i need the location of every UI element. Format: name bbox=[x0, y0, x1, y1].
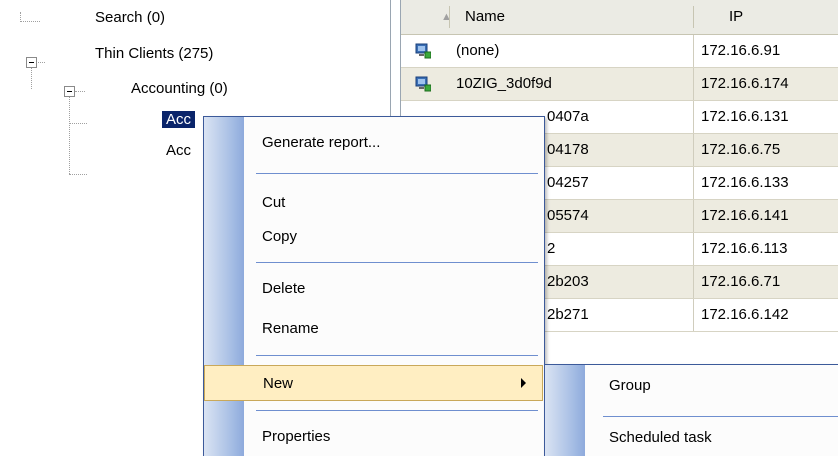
tree-connector bbox=[69, 123, 87, 124]
menu-item-label: Copy bbox=[262, 228, 298, 245]
tree-node-child[interactable]: Acc bbox=[166, 140, 191, 162]
cell-name: 04257 bbox=[547, 174, 589, 191]
cell-ip: 172.16.6.141 bbox=[701, 207, 789, 224]
cell-ip: 172.16.6.71 bbox=[701, 273, 781, 290]
header-separator bbox=[449, 6, 450, 28]
cell-ip: 172.16.6.91 bbox=[701, 42, 781, 59]
column-header-name[interactable]: Name bbox=[465, 0, 505, 34]
thin-client-computer-icon bbox=[415, 43, 431, 59]
cell-name: 05574 bbox=[547, 207, 589, 224]
menu-separator bbox=[256, 262, 538, 263]
menu-item-label: Rename bbox=[262, 320, 319, 337]
tree-toggle-thin-clients[interactable] bbox=[26, 57, 37, 68]
menu-item-label: Scheduled task bbox=[609, 429, 712, 446]
sort-ascending-icon: ▲ bbox=[441, 11, 452, 23]
column-separator bbox=[693, 101, 694, 133]
tree-node-accounting[interactable]: Accounting (0) bbox=[131, 78, 228, 100]
menu-item-properties[interactable]: Properties bbox=[204, 419, 544, 455]
thin-client-computer-icon bbox=[415, 76, 431, 92]
cell-name: 04178 bbox=[547, 141, 589, 158]
cell-ip: 172.16.6.133 bbox=[701, 174, 789, 191]
table-row[interactable]: (none) 172.16.6.91 bbox=[401, 35, 838, 68]
menu-item-cut[interactable]: Cut bbox=[204, 185, 544, 221]
tree-connector bbox=[69, 174, 87, 175]
table-row[interactable]: 10ZIG_3d0f9d 172.16.6.174 bbox=[401, 68, 838, 101]
chevron-right-icon bbox=[521, 378, 526, 388]
menu-separator bbox=[256, 410, 538, 411]
tree-connector bbox=[75, 91, 85, 92]
tree-node-label: Search (0) bbox=[95, 9, 166, 26]
column-separator bbox=[693, 200, 694, 232]
menu-separator bbox=[256, 173, 538, 174]
menu-item-label: Group bbox=[609, 377, 651, 394]
column-separator bbox=[693, 167, 694, 199]
cell-name: 2b271 bbox=[547, 306, 589, 323]
cell-ip: 172.16.6.131 bbox=[701, 108, 789, 125]
cell-ip: 172.16.6.174 bbox=[701, 75, 789, 92]
menu-item-label: Generate report... bbox=[262, 134, 381, 151]
cell-name: (none) bbox=[456, 42, 500, 59]
column-separator bbox=[693, 299, 694, 331]
cell-ip: 172.16.6.142 bbox=[701, 306, 789, 323]
menu-item-group[interactable]: Group bbox=[545, 368, 838, 404]
column-separator bbox=[693, 266, 694, 298]
menu-item-new[interactable]: New bbox=[204, 365, 543, 401]
context-menu: Generate report... Cut Copy Delete Renam… bbox=[203, 116, 545, 456]
menu-item-label: Properties bbox=[262, 428, 331, 445]
column-separator bbox=[693, 35, 694, 67]
menu-item-generate-report[interactable]: Generate report... bbox=[204, 125, 544, 161]
submenu-new: Group Scheduled task bbox=[544, 364, 838, 456]
tree-node-selected[interactable]: Acc bbox=[162, 109, 196, 131]
menu-item-copy[interactable]: Copy bbox=[204, 219, 544, 255]
list-header: ▲ Name IP bbox=[401, 0, 838, 35]
tree-node-thin-clients[interactable]: Thin Clients (275) bbox=[95, 43, 213, 65]
cell-name: 2 bbox=[547, 240, 556, 257]
menu-item-label: Cut bbox=[262, 194, 286, 211]
tree-toggle-accounting[interactable] bbox=[64, 86, 75, 97]
tree-node-search[interactable]: Search (0) bbox=[95, 7, 165, 29]
header-separator[interactable] bbox=[693, 6, 694, 28]
cell-ip: 172.16.6.113 bbox=[701, 240, 788, 257]
cell-name: 10ZIG_3d0f9d bbox=[456, 75, 552, 92]
cell-name: 2b203 bbox=[547, 273, 589, 290]
menu-item-label: Delete bbox=[262, 280, 306, 297]
column-separator bbox=[693, 68, 694, 100]
column-separator bbox=[693, 233, 694, 265]
menu-item-delete[interactable]: Delete bbox=[204, 271, 544, 307]
menu-item-scheduled-task[interactable]: Scheduled task bbox=[545, 420, 838, 456]
tree-connector bbox=[20, 21, 40, 22]
menu-separator bbox=[603, 416, 838, 417]
menu-item-label: New bbox=[263, 375, 294, 392]
tree-node-label: Accounting (0) bbox=[131, 80, 228, 97]
tree-node-label: Thin Clients (275) bbox=[95, 45, 214, 62]
cell-name: 0407a bbox=[547, 108, 589, 125]
menu-item-rename[interactable]: Rename bbox=[204, 311, 544, 347]
tree-node-label: Acc bbox=[162, 111, 196, 128]
cell-ip: 172.16.6.75 bbox=[701, 141, 781, 158]
tree-connector bbox=[20, 12, 21, 22]
column-header-ip[interactable]: IP bbox=[729, 0, 743, 34]
tree-connector bbox=[69, 96, 70, 174]
tree-node-label: Acc bbox=[166, 142, 192, 159]
tree-connector bbox=[31, 67, 32, 89]
menu-separator bbox=[256, 355, 538, 356]
column-separator bbox=[693, 134, 694, 166]
